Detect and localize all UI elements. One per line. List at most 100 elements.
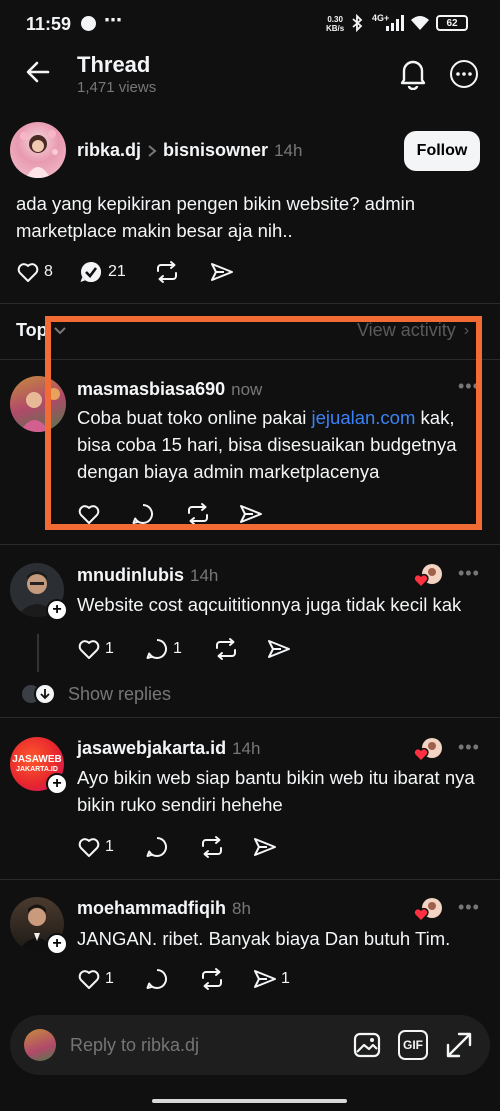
- thread-line: [37, 634, 39, 672]
- show-replies-label: Show replies: [68, 683, 172, 704]
- send-icon: [254, 970, 276, 988]
- post-reply-count: 21: [108, 263, 126, 280]
- repost-icon: [202, 968, 222, 990]
- reply-text-part: Coba buat toko online pakai: [77, 407, 312, 428]
- reply-share-count: 1: [281, 970, 290, 987]
- reply-repost-button[interactable]: [199, 967, 253, 991]
- reply-comment-button[interactable]: 1: [145, 637, 213, 661]
- more-horizontal-icon: [456, 72, 472, 76]
- reply-time: now: [231, 379, 263, 399]
- repost-icon: [216, 638, 236, 660]
- reply-username[interactable]: jasawebjakarta.id: [77, 738, 226, 759]
- sort-dropdown[interactable]: Top: [16, 320, 68, 341]
- home-indicator[interactable]: [152, 1099, 347, 1103]
- reply-actions: 1: [77, 835, 277, 859]
- reply-repost-button[interactable]: [213, 637, 267, 661]
- reply-like-button[interactable]: [77, 502, 131, 526]
- reply-share-button[interactable]: 1: [253, 967, 290, 991]
- post-author-username[interactable]: ribka.dj: [77, 140, 141, 161]
- post-share-button[interactable]: [210, 260, 234, 284]
- status-bar: 11:59 ⋯ 0.30 KB/s 4G+ 62: [0, 0, 500, 46]
- image-attach-button[interactable]: [352, 1030, 382, 1060]
- post-author-avatar[interactable]: [10, 122, 66, 178]
- wifi-icon: [410, 15, 430, 31]
- liked-by-author-badge: [414, 897, 444, 923]
- network-speed: 0.30 KB/s: [326, 15, 344, 33]
- reply-repost-button[interactable]: [185, 502, 239, 526]
- reply-username[interactable]: moehammadfiqih: [77, 898, 226, 919]
- reply-share-button[interactable]: [239, 502, 263, 526]
- chevron-right-icon: ›: [463, 321, 470, 339]
- reply-header: jasawebjakarta.id 14h: [77, 738, 260, 759]
- reply-more-button[interactable]: •••: [458, 376, 480, 397]
- send-icon: [240, 505, 262, 523]
- battery-icon: 62: [436, 15, 468, 31]
- expand-composer-button[interactable]: [444, 1030, 474, 1060]
- reply-like-button[interactable]: 1: [77, 967, 145, 991]
- comment-icon: [146, 969, 167, 990]
- show-replies-button[interactable]: Show replies: [20, 683, 171, 705]
- chevron-right-icon: [148, 144, 157, 157]
- post-header: ribka.dj bisnisowner 14h: [77, 140, 302, 161]
- chevron-down-icon: [53, 326, 66, 334]
- gif-button[interactable]: GIF: [398, 1030, 428, 1060]
- page-title: Thread: [77, 52, 151, 77]
- reply-composer: GIF: [10, 1015, 490, 1075]
- reply-comment-button[interactable]: [131, 502, 185, 526]
- reply-text: Coba buat toko online pakai jejualan.com…: [77, 404, 472, 485]
- signal-icon: [385, 15, 407, 31]
- reply-more-button[interactable]: •••: [458, 737, 480, 758]
- reply-actions: 1 1: [77, 637, 291, 661]
- repost-icon: [202, 836, 222, 858]
- reply-time: 14h: [190, 565, 219, 585]
- send-icon: [268, 640, 290, 658]
- reply-more-button[interactable]: •••: [458, 563, 480, 584]
- expand-icon: [446, 1032, 472, 1058]
- repost-icon: [157, 261, 177, 283]
- reply-like-button[interactable]: 1: [77, 835, 145, 859]
- comment-icon: [132, 504, 153, 525]
- follow-plus-icon[interactable]: +: [46, 773, 68, 795]
- reply-more-button[interactable]: •••: [458, 897, 480, 918]
- view-activity-label: View activity: [357, 320, 456, 340]
- more-notifications-icon: ⋯: [104, 10, 122, 30]
- reply-share-button[interactable]: [253, 835, 277, 859]
- post-community[interactable]: bisnisowner: [163, 140, 268, 161]
- reply-username[interactable]: mnudinlubis: [77, 565, 184, 586]
- post-repost-button[interactable]: [154, 260, 210, 284]
- view-activity-link[interactable]: View activity ›: [357, 320, 469, 341]
- back-button[interactable]: [24, 58, 52, 86]
- more-options-button[interactable]: [450, 60, 478, 88]
- send-icon: [211, 263, 233, 281]
- reply-text: Website cost aqcuititionnya juga tidak k…: [77, 594, 462, 615]
- follow-plus-icon[interactable]: +: [46, 599, 68, 621]
- reply-like-button[interactable]: 1: [77, 637, 145, 661]
- reply-input[interactable]: [70, 1029, 330, 1061]
- reply-share-button[interactable]: [267, 637, 291, 661]
- reply-actions: 1 1: [77, 967, 290, 991]
- reply-comment-button[interactable]: [145, 967, 199, 991]
- follow-button[interactable]: Follow: [404, 131, 480, 171]
- follow-plus-icon[interactable]: +: [46, 933, 68, 955]
- reply-username[interactable]: masmasbiasa690: [77, 379, 225, 400]
- status-time: 11:59: [26, 14, 72, 34]
- reply-link[interactable]: jejualan.com: [312, 407, 416, 428]
- notification-bell-button[interactable]: [398, 58, 428, 90]
- reply-comment-count: 1: [173, 640, 182, 657]
- reply-comment-button[interactable]: [145, 835, 199, 859]
- post-like-button[interactable]: 8: [16, 260, 78, 284]
- reply-avatar[interactable]: [10, 376, 66, 432]
- liked-by-author-badge: [414, 563, 444, 589]
- reply-header: mnudinlubis 14h: [77, 565, 218, 586]
- comment-icon: [146, 837, 167, 858]
- comment-icon: [146, 639, 167, 660]
- liked-by-author-badge: [414, 737, 444, 763]
- reply-repost-button[interactable]: [199, 835, 253, 859]
- post-reply-button[interactable]: 21: [78, 259, 154, 285]
- network-speed-value: 0.30: [327, 15, 343, 24]
- divider: [0, 717, 500, 718]
- divider: [0, 879, 500, 880]
- view-count: 1,471 views: [77, 79, 157, 96]
- sort-label: Top: [16, 320, 48, 340]
- reply-time: 14h: [232, 738, 261, 758]
